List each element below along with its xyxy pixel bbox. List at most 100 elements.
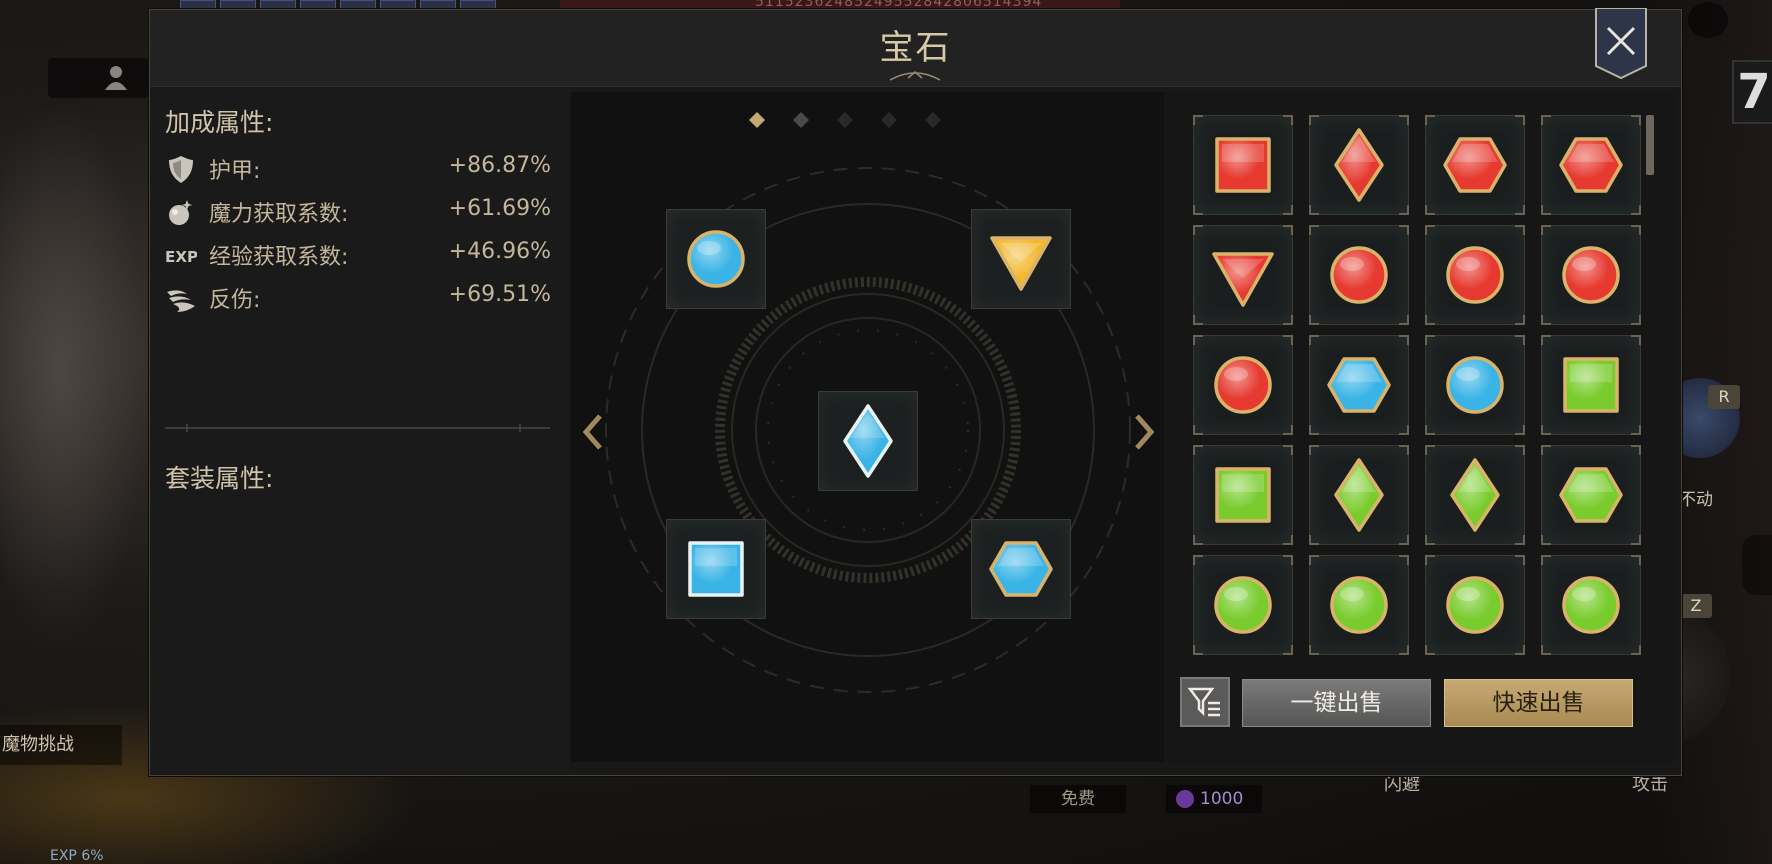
chevron-left-icon [582,414,602,450]
inventory-slot[interactable] [1541,335,1641,435]
prev-page-button[interactable] [578,412,608,452]
bonus-title: 加成属性: [165,108,274,137]
red-triangle-gem-icon [1212,252,1274,307]
green-square-gem-icon [1563,357,1619,413]
cost-badge[interactable]: 1000 [1166,785,1262,813]
inventory-slot[interactable] [1193,225,1293,325]
page-dot[interactable] [791,110,811,130]
gem-inventory-panel [1164,92,1676,762]
settings-monitor-icon[interactable] [1688,2,1728,38]
red-hexagon-gem-icon [1559,137,1623,193]
socket-top-right[interactable] [971,209,1071,309]
attribute-value: +69.51% [448,282,551,307]
attribute-row-reflect: 反伤: +69.51% [165,280,567,316]
inventory-slot[interactable] [1425,225,1525,325]
red-hexagon-gem-icon [1443,137,1507,193]
inventory-slot[interactable] [1541,225,1641,325]
red-circle-gem-icon [1330,246,1388,304]
blue-hexagon-gem-icon [989,541,1053,597]
svg-text:EXP: EXP [165,248,197,266]
close-button[interactable] [1594,8,1648,80]
inventory-slot[interactable] [1193,555,1293,655]
boss-icon[interactable] [1742,535,1772,595]
filter-button[interactable] [1180,677,1230,727]
attribute-name: 经验获取系数: [209,245,349,270]
skill-key-r: R [1708,385,1740,409]
quick-sell-button[interactable]: 快速出售 [1444,679,1633,727]
green-hexagon-gem-icon [1559,467,1623,523]
monster-challenge-button[interactable]: 魔物挑战 [0,725,122,765]
inventory-slot[interactable] [1425,335,1525,435]
attribute-name: 魔力获取系数: [209,202,349,227]
filter-icon [1187,687,1220,717]
attribute-value: +46.96% [448,239,551,264]
inventory-slot[interactable] [1541,115,1641,215]
blue-square-gem-icon [688,541,744,597]
magic-orb-icon [169,200,193,225]
socket-center[interactable] [818,391,918,491]
attribute-row-mana: 魔力获取系数: +61.69% [165,194,567,230]
attribute-value: +61.69% [448,196,551,221]
sell-all-button[interactable]: 一键出售 [1242,679,1431,727]
page-dot[interactable] [747,110,767,130]
attribute-name: 护甲: [209,159,261,184]
next-page-button[interactable] [1129,412,1159,452]
person-icon [105,66,127,90]
section-divider [165,424,550,432]
red-diamond-gem-icon [1334,128,1384,202]
inventory-slot[interactable] [1541,445,1641,545]
inventory-scrollbar[interactable] [1646,115,1654,685]
socket-top-left[interactable] [666,209,766,309]
exp-icon: EXP [165,248,197,266]
page-dot[interactable] [879,110,899,130]
page-dot[interactable] [923,110,943,130]
shield-icon [169,156,193,183]
purple-gem-icon [1176,790,1194,808]
free-label[interactable]: 免费 [1030,785,1126,813]
set-bonus-title: 套装属性: [165,464,274,493]
blue-circle-gem-icon [687,230,745,288]
blue-diamond-gem-icon [843,404,893,478]
socket-bottom-left[interactable] [666,519,766,619]
inventory-slot[interactable] [1309,115,1409,215]
inventory-slot[interactable] [1541,555,1641,655]
inventory-slot[interactable] [1193,335,1293,435]
socket-panel [571,92,1166,762]
yellow-triangle-gem-icon [990,236,1052,291]
socket-bottom-right[interactable] [971,519,1071,619]
green-circle-gem-icon [1446,576,1504,634]
green-circle-gem-icon [1330,576,1388,634]
red-circle-gem-icon [1562,246,1620,304]
attributes-panel: 加成属性: 护甲: +86.87% 魔力获取系数: +61.69% EXP 经验… [150,88,570,772]
inventory-slot[interactable] [1425,555,1525,655]
red-square-gem-icon [1215,137,1271,193]
reflect-claw-icon [167,290,195,312]
inventory-slot[interactable] [1193,115,1293,215]
background-smoke [0,100,150,650]
title-bar: 宝石 [150,10,1681,87]
exp-readout: EXP 6% [50,848,104,864]
skill-key-z: Z [1680,594,1712,618]
green-circle-gem-icon [1214,576,1272,634]
level-digit: 7 [1732,60,1772,124]
inventory-slot[interactable] [1309,335,1409,435]
inventory-slot[interactable] [1309,555,1409,655]
blue-hexagon-gem-icon [1327,357,1391,413]
red-circle-gem-icon [1446,246,1504,304]
inventory-slot[interactable] [1309,445,1409,545]
green-diamond-gem-icon [1334,458,1384,532]
red-circle-gem-icon [1214,356,1272,414]
green-circle-gem-icon [1562,576,1620,634]
cost-value: 1000 [1200,789,1244,809]
inventory-slot[interactable] [1425,445,1525,545]
blue-circle-gem-icon [1446,356,1504,414]
inventory-slot[interactable] [1193,445,1293,545]
attribute-row-exp: EXP 经验获取系数: +46.96% [165,237,567,273]
scrollbar-thumb[interactable] [1646,115,1654,175]
chevron-right-icon [1135,414,1155,450]
inventory-slot[interactable] [1309,225,1409,325]
page-dot[interactable] [835,110,855,130]
inventory-slot[interactable] [1425,115,1525,215]
player-avatar-slot[interactable] [48,58,148,98]
attribute-row-armor: 护甲: +86.87% [165,151,567,187]
